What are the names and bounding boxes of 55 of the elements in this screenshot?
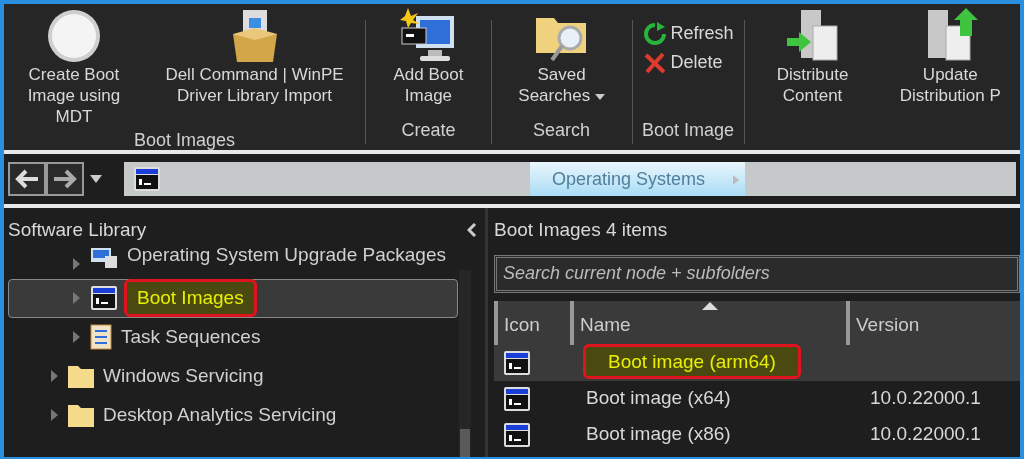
tree-item[interactable]: Desktop Analytics Servicing (8, 395, 458, 435)
forward-icon (52, 168, 78, 190)
sort-arrow-icon (702, 301, 718, 310)
disc-icon (45, 8, 102, 64)
collapsed-arrow-icon (49, 409, 59, 421)
back-icon (14, 168, 40, 190)
ribbon-button[interactable]: Dell Command | WinPE Driver Library Import (149, 8, 360, 127)
refresh-icon (642, 21, 667, 46)
group-label: Create (400, 119, 457, 142)
tree-item[interactable]: Task Sequences (8, 317, 458, 357)
chevron-icon (733, 174, 740, 185)
console-icon (502, 421, 532, 449)
collapsed-arrow-icon (71, 257, 81, 270)
back-button[interactable] (8, 162, 46, 196)
scrollbar[interactable] (459, 270, 471, 457)
server-arrow-icon (784, 8, 841, 64)
group-label: Search (532, 119, 592, 142)
dropdown-button[interactable]: Saved Searches (497, 8, 626, 117)
checklist-icon (89, 323, 113, 351)
delete-icon (642, 50, 667, 75)
table-cell: 10.0.22000.1 (870, 387, 981, 409)
ribbon-button[interactable]: Distribute Content (750, 8, 875, 144)
forward-button[interactable] (46, 162, 84, 196)
folder-icon (67, 402, 95, 428)
table-cell: Boot image (arm64) (586, 347, 798, 377)
list-title: Boot Images 4 items (494, 218, 669, 242)
breadcrumb-item[interactable]: Operating Systems (530, 162, 728, 196)
folder-icon (67, 363, 95, 389)
table-cell: Boot image (x86) (586, 423, 731, 445)
search-field[interactable]: Search current node + subfolders (494, 254, 1020, 293)
selected-row[interactable]: Boot image (arm64) (494, 344, 1020, 381)
tree-item[interactable]: Boot Images (8, 278, 458, 318)
table-cell: Boot image (x64) (586, 387, 731, 409)
ribbon-button[interactable]: Create Boot Image using MDT (10, 8, 138, 127)
table-row[interactable]: Boot image (x86) 10.0.22000.1 (494, 416, 1020, 453)
console-icon (502, 349, 532, 377)
console-icon (502, 385, 532, 413)
console-icon (132, 165, 162, 193)
ribbon-button[interactable]: Update Distribution P (886, 8, 1014, 144)
ribbon-button[interactable]: Refresh (638, 18, 738, 49)
group-label: Boot Images (133, 129, 237, 152)
caret-icon[interactable] (90, 175, 102, 183)
ribbon-button[interactable]: Delete (638, 47, 738, 78)
tree-item[interactable]: Operating System Upgrade Packages (8, 242, 458, 271)
tree-item[interactable]: Windows Servicing (8, 356, 458, 396)
collapsed-arrow-icon (71, 292, 81, 304)
panel-title: Software Library (8, 218, 147, 242)
console-icon (89, 284, 119, 312)
collapsed-arrow-icon (71, 331, 81, 343)
table-cell: 10.0.22000.1 (870, 423, 981, 445)
ribbon-button[interactable]: Add Boot Image (372, 8, 485, 117)
table-row[interactable]: Boot image (x64) 10.0.22000.1 (494, 380, 1020, 417)
collapsed-arrow-icon (49, 370, 59, 382)
collapse-icon[interactable] (467, 223, 477, 238)
group-label: Boot Image (641, 119, 736, 142)
